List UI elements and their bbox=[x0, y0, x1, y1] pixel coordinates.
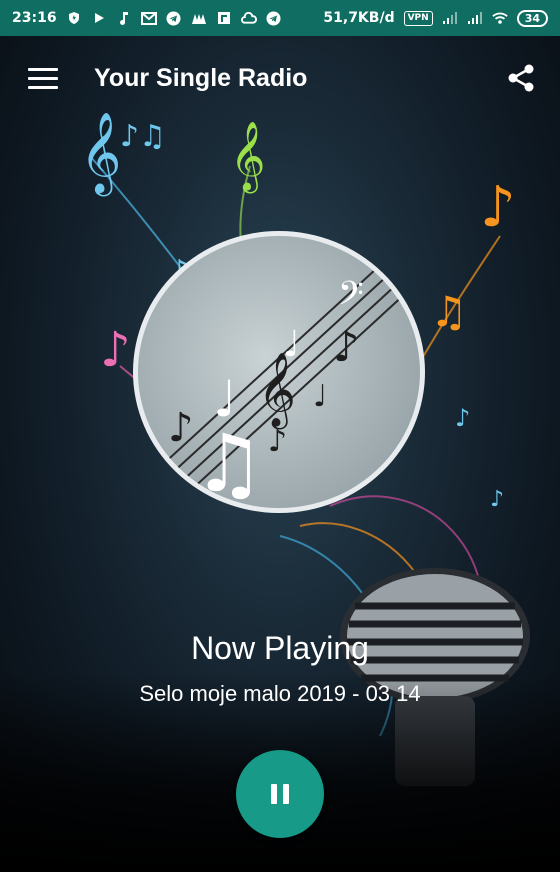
svg-text:♪♫: ♪♫ bbox=[120, 119, 166, 154]
status-time: 23:16 bbox=[12, 10, 57, 26]
music-note-icon bbox=[116, 10, 132, 26]
vpn-badge: VPN bbox=[403, 10, 433, 26]
now-playing-label: Now Playing bbox=[191, 630, 369, 666]
svg-text:𝄢: 𝄢 bbox=[338, 275, 364, 321]
signal-icon bbox=[467, 10, 483, 26]
svg-text:♩: ♩ bbox=[213, 370, 237, 428]
telegram-icon bbox=[266, 10, 282, 26]
app-icon bbox=[191, 10, 207, 26]
pause-icon bbox=[271, 784, 277, 804]
hamburger-menu-icon[interactable] bbox=[28, 62, 60, 94]
svg-text:♩: ♩ bbox=[283, 324, 300, 365]
signal-icon bbox=[442, 10, 458, 26]
cloud-icon bbox=[240, 10, 257, 26]
album-artwork: 𝄞 ♫ ♩ ♪ ♩ ♪ 𝄢 ♪ ♩ bbox=[133, 231, 425, 513]
music-staff-image: 𝄞 ♫ ♩ ♪ ♩ ♪ 𝄢 ♪ ♩ bbox=[147, 257, 419, 508]
svg-text:♩: ♩ bbox=[313, 379, 327, 414]
gmail-icon bbox=[140, 10, 157, 26]
track-title: Selo moje malo 2019 - 03 14 bbox=[139, 681, 421, 706]
flipboard-icon bbox=[216, 10, 232, 26]
status-bar: 23:16 51,7KB/d VPN 34 bbox=[0, 0, 560, 36]
svg-text:♪: ♪ bbox=[455, 404, 470, 432]
toolbar: Your Single Radio bbox=[0, 36, 560, 120]
svg-text:♪: ♪ bbox=[168, 405, 194, 451]
svg-text:♫: ♫ bbox=[430, 287, 468, 336]
play-icon bbox=[91, 10, 107, 26]
telegram-icon bbox=[166, 10, 182, 26]
status-bar-right: 51,7KB/d VPN 34 bbox=[323, 9, 548, 27]
pause-button[interactable] bbox=[236, 750, 324, 838]
svg-text:𝄞: 𝄞 bbox=[80, 111, 121, 196]
svg-text:♪: ♪ bbox=[268, 424, 287, 459]
svg-text:𝄞: 𝄞 bbox=[230, 121, 265, 193]
network-speed: 51,7KB/d bbox=[323, 10, 395, 26]
wifi-icon bbox=[491, 10, 508, 26]
battery-icon: 34 bbox=[516, 9, 548, 27]
app-title: Your Single Radio bbox=[94, 63, 308, 92]
svg-text:♪: ♪ bbox=[480, 175, 516, 240]
svg-text:♪: ♪ bbox=[490, 487, 504, 512]
svg-text:♪: ♪ bbox=[333, 322, 360, 371]
share-icon[interactable] bbox=[504, 61, 538, 95]
status-bar-left: 23:16 bbox=[12, 10, 282, 26]
shield-icon bbox=[66, 10, 82, 26]
svg-text:♪: ♪ bbox=[100, 322, 131, 378]
